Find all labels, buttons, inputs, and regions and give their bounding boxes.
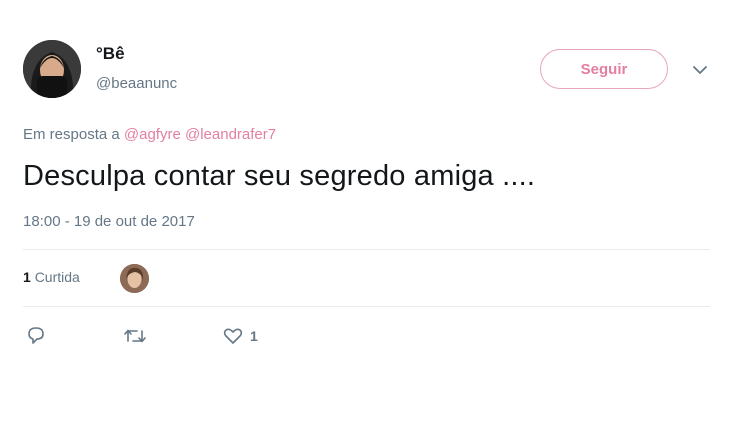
reply-icon (28, 327, 44, 344)
heart-icon (223, 328, 243, 344)
reply-button[interactable] (25, 324, 47, 348)
user-handle[interactable]: @beaanunc (96, 75, 177, 92)
retweet-icon (124, 329, 146, 343)
likes-label: Curtida (34, 269, 80, 285)
mention-link[interactable]: @leandrafer7 (185, 126, 276, 143)
likes-number: 1 (23, 269, 31, 285)
retweet-button[interactable] (122, 324, 148, 348)
like-button[interactable]: 1 (222, 324, 258, 348)
chevron-down-icon[interactable] (690, 62, 710, 78)
divider (23, 249, 710, 250)
tweet-timestamp[interactable]: 18:00 - 19 de out de 2017 (23, 213, 195, 230)
follow-button[interactable]: Seguir (540, 49, 668, 89)
reply-context: Em resposta a @agfyre @leandrafer7 (23, 126, 276, 143)
likes-count[interactable]: 1 Curtida (23, 269, 80, 285)
liker-photo (120, 264, 149, 293)
profile-photo (23, 40, 81, 98)
liker-avatar[interactable] (120, 264, 149, 293)
reply-prefix: Em resposta a (23, 126, 120, 143)
like-count: 1 (250, 328, 258, 344)
tweet-text: Desculpa contar seu segredo amiga .... (23, 160, 536, 192)
display-name[interactable]: °Bê (96, 44, 125, 64)
mention-link[interactable]: @agfyre (124, 126, 181, 143)
divider (23, 306, 710, 307)
avatar[interactable] (23, 40, 81, 98)
